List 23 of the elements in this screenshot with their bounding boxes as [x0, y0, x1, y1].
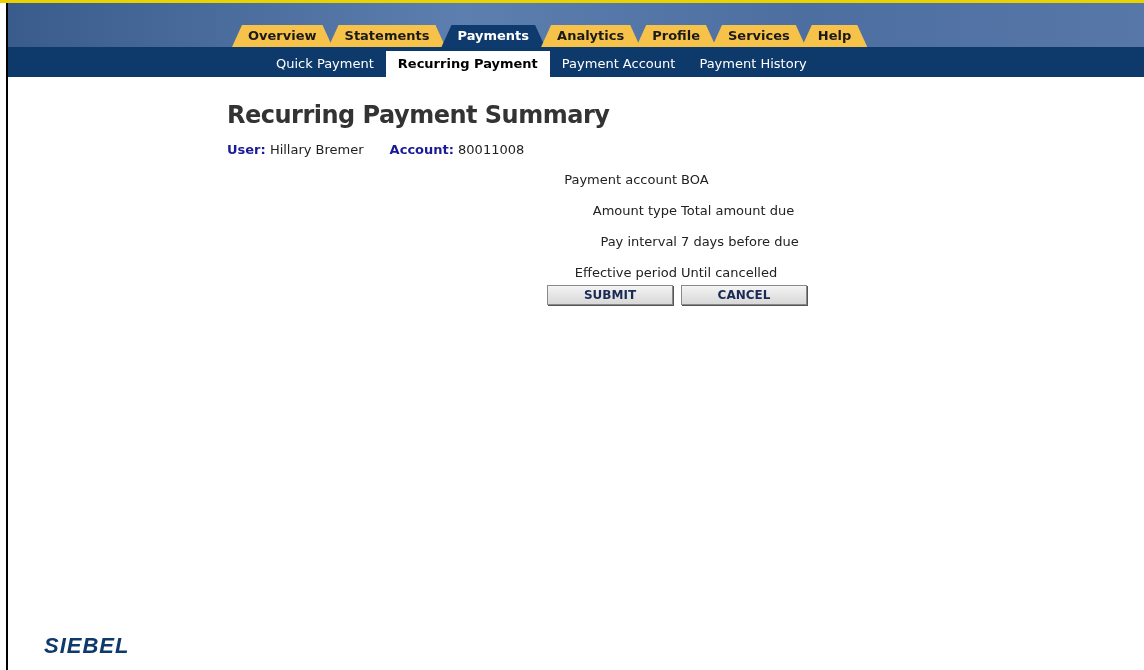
main-tab[interactable]: Statements: [328, 25, 446, 47]
sub-tab[interactable]: Quick Payment: [264, 51, 386, 77]
field-label: Pay interval: [599, 233, 677, 251]
field-value: Total amount due: [680, 202, 796, 220]
field-value: BOA: [680, 171, 710, 189]
field-value: 7 days before due: [680, 233, 800, 251]
page-title: Recurring Payment Summary: [227, 100, 611, 131]
field-label: Payment account: [563, 171, 677, 189]
field-value: Until cancelled: [680, 264, 779, 282]
account-info: Account: 80011008: [389, 141, 525, 159]
field-label: Effective period: [573, 264, 677, 282]
sub-tab[interactable]: Recurring Payment: [385, 51, 550, 77]
main-tab[interactable]: Profile: [636, 25, 716, 47]
main-tab[interactable]: Services: [712, 25, 806, 47]
main-tab[interactable]: Overview: [232, 25, 333, 47]
sub-tab[interactable]: Payment Account: [549, 51, 688, 77]
main-tab[interactable]: Help: [801, 25, 868, 47]
action-button[interactable]: SUBMIT: [547, 285, 673, 305]
user-info: User: Hillary Bremer: [227, 141, 364, 159]
action-button[interactable]: CANCEL: [681, 285, 807, 305]
sub-tab[interactable]: Payment History: [687, 51, 819, 77]
field-label: Amount type: [591, 202, 677, 220]
siebel-logo: SIEBEL: [44, 632, 131, 660]
